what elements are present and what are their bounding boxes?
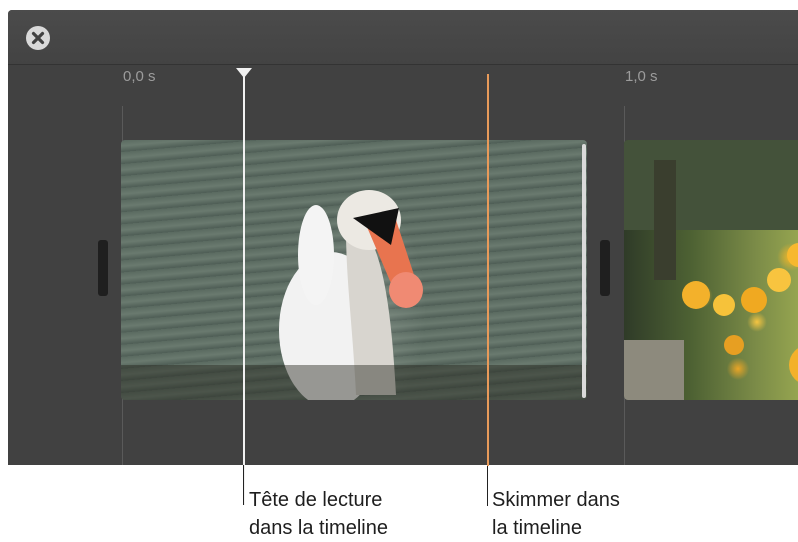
- close-button[interactable]: [26, 26, 50, 50]
- playhead-marker-icon[interactable]: [236, 68, 252, 78]
- clip-trim-handle-left[interactable]: [98, 240, 108, 296]
- skimmer-callout-line2: la timeline: [492, 517, 583, 539]
- clip-swan[interactable]: [121, 140, 587, 400]
- flowers-image: [624, 140, 798, 400]
- playhead-line[interactable]: [243, 70, 245, 505]
- skimmer-callout-leader: [487, 466, 488, 506]
- swan-image: [121, 190, 587, 400]
- clip-trim-handle-right[interactable]: [600, 240, 610, 296]
- skimmer-line: [487, 74, 489, 466]
- timeline-panel: 0,0 s 1,0 s: [8, 10, 798, 465]
- clip-flowers[interactable]: [624, 140, 798, 400]
- playhead-callout-line2: dans la timeline: [249, 517, 388, 539]
- skimmer-callout-line1: Skimmer dans: [492, 489, 620, 511]
- playhead-callout-line1: Tête de lecture: [249, 489, 383, 511]
- timeline-toolbar: [8, 10, 798, 65]
- clip-selection-edge[interactable]: [582, 144, 586, 398]
- playhead-callout: Tête de lecture dans la timeline: [249, 486, 388, 542]
- playhead-callout-leader: [243, 465, 244, 505]
- skimmer-callout: Skimmer dans la timeline: [492, 486, 620, 542]
- ruler-label-one-second: 1,0 s: [625, 68, 658, 85]
- close-icon: [31, 31, 45, 45]
- ruler-label-start: 0,0 s: [123, 68, 156, 85]
